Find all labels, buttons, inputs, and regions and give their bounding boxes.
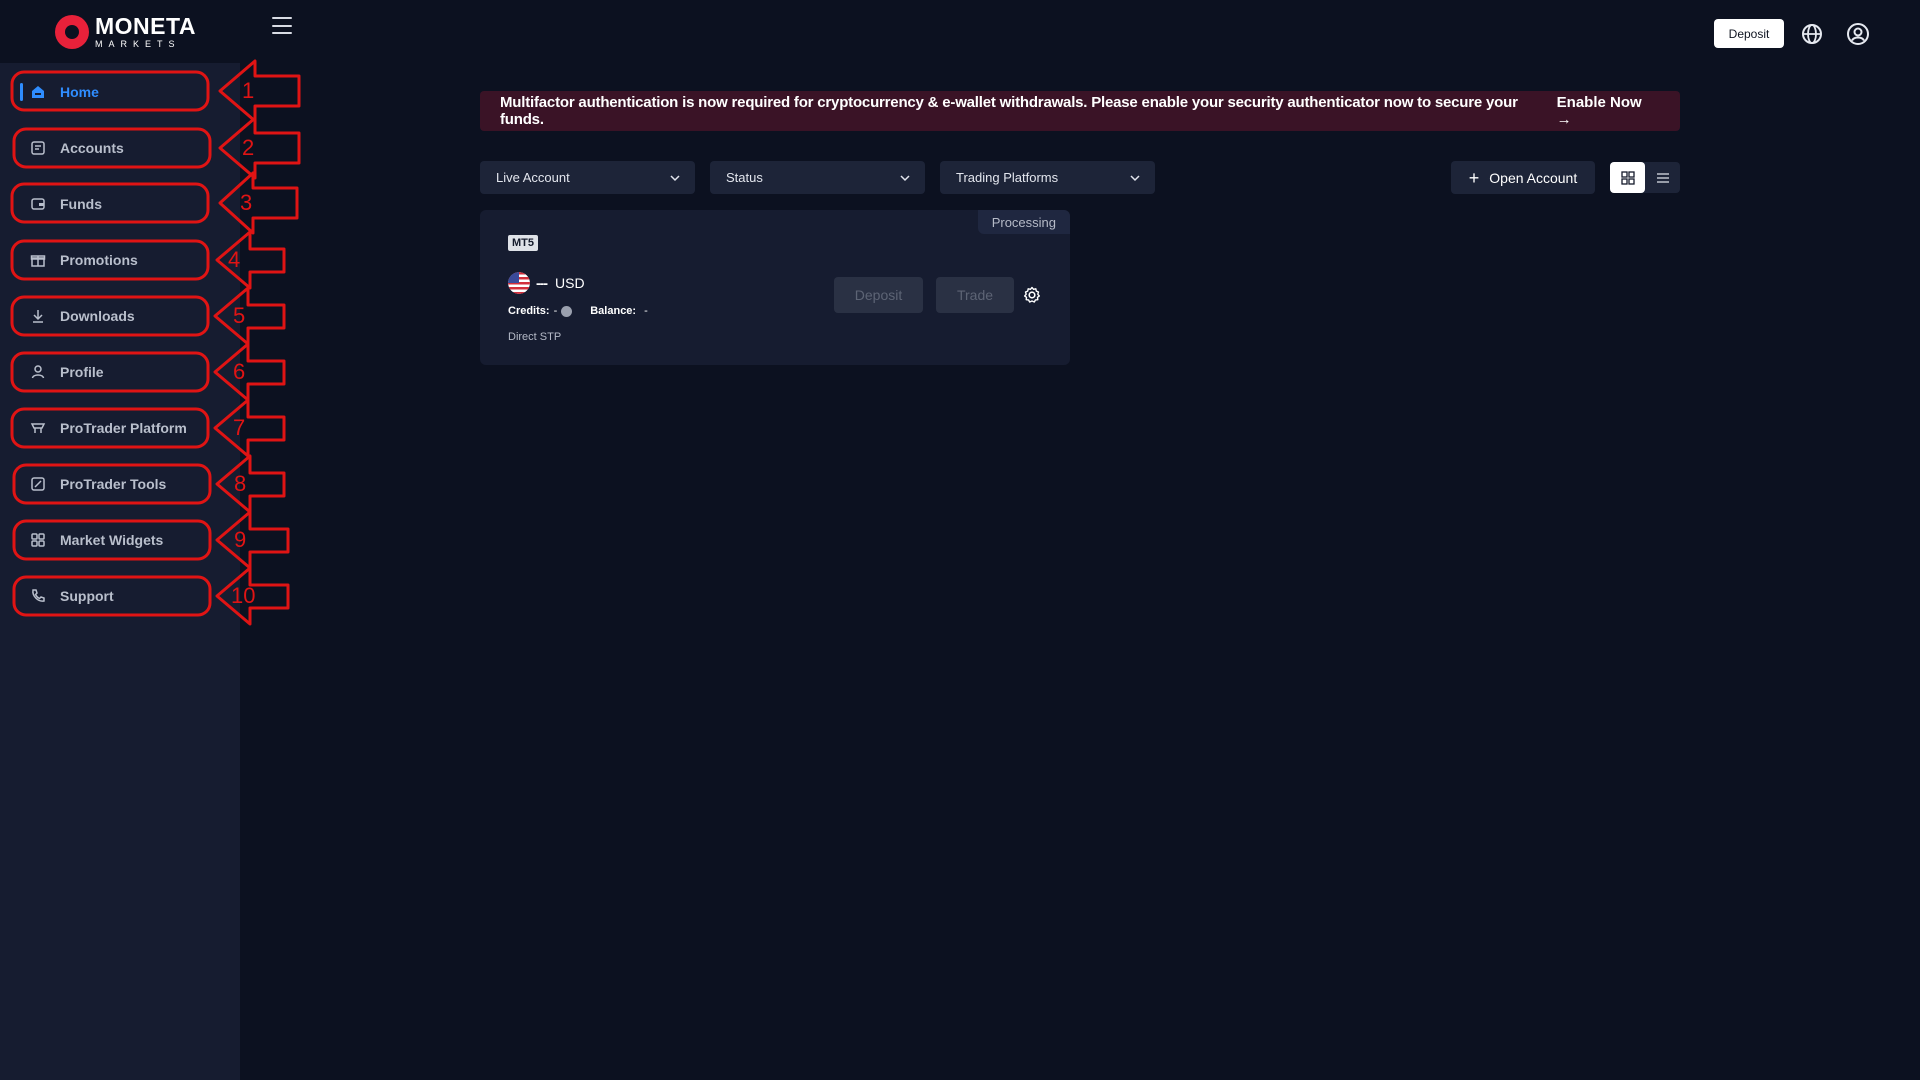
- chart-icon: [30, 476, 46, 492]
- info-icon[interactable]: [561, 305, 573, 317]
- brand-logo[interactable]: MONETA MARKETS: [0, 0, 240, 63]
- sidebar-item-label: Support: [60, 588, 114, 604]
- annotation-number: 1: [242, 78, 255, 103]
- select-value: Trading Platforms: [956, 170, 1059, 185]
- account-type-select[interactable]: Live Account: [480, 161, 695, 194]
- sidebar-item-label: Funds: [60, 196, 102, 212]
- select-value: Live Account: [496, 170, 570, 185]
- banner-message: Multifactor authentication is now requir…: [500, 94, 1518, 128]
- view-toggle: [1610, 162, 1680, 193]
- list-view-icon: [1656, 172, 1669, 183]
- language-globe-icon[interactable]: [1800, 22, 1824, 46]
- sidebar: MONETA MARKETS Home Accounts Funds Promo…: [0, 0, 240, 1080]
- sidebar-item-label: ProTrader Platform: [60, 420, 187, 436]
- sidebar-item-promotions[interactable]: Promotions: [14, 241, 210, 279]
- grid-view-icon: [1620, 170, 1635, 185]
- sidebar-item-profile[interactable]: Profile: [14, 353, 210, 391]
- status-select[interactable]: Status: [710, 161, 925, 194]
- account-heading: --- USD: [508, 272, 585, 294]
- wallet-icon: [30, 196, 46, 212]
- mfa-alert-banner: Multifactor authentication is now requir…: [480, 91, 1680, 131]
- sidebar-item-label: Downloads: [60, 308, 135, 324]
- sidebar-item-label: ProTrader Tools: [60, 476, 167, 492]
- chevron-down-icon: [670, 174, 680, 181]
- user-avatar-icon[interactable]: [1846, 22, 1870, 46]
- grid-view-button[interactable]: [1610, 162, 1645, 193]
- open-account-button[interactable]: + Open Account: [1451, 161, 1595, 194]
- chevron-down-icon: [1130, 174, 1140, 181]
- sidebar-item-label: Accounts: [60, 140, 124, 156]
- sidebar-item-support[interactable]: Support: [14, 577, 210, 615]
- select-value: Status: [726, 170, 763, 185]
- annotation-number: 3: [240, 190, 253, 215]
- list-view-button[interactable]: [1645, 162, 1680, 193]
- credits-balance-row: Credits: - Balance: -: [508, 305, 648, 317]
- sidebar-item-label: Profile: [60, 364, 104, 380]
- account-kind: Direct STP: [508, 331, 562, 343]
- account-card: Processing MT5 --- USD Credits: - Balanc…: [480, 210, 1070, 365]
- sidebar-item-accounts[interactable]: Accounts: [14, 129, 210, 167]
- platform-icon: [30, 420, 46, 436]
- settings-gear-icon[interactable]: [1023, 286, 1041, 304]
- sidebar-item-label: Market Widgets: [60, 532, 164, 548]
- card-trade-button[interactable]: Trade: [936, 277, 1014, 313]
- active-indicator: [20, 83, 23, 101]
- header-deposit-button[interactable]: Deposit: [1714, 19, 1784, 48]
- account-number: ---: [536, 275, 548, 291]
- account-currency: USD: [555, 275, 585, 291]
- platform-badge: MT5: [508, 235, 538, 251]
- credits-label: Credits:: [508, 305, 550, 317]
- annotation-number: 2: [242, 135, 255, 160]
- us-flag-icon: [508, 272, 530, 294]
- sidebar-item-funds[interactable]: Funds: [14, 185, 210, 223]
- balance-label: Balance:: [590, 305, 637, 317]
- chevron-down-icon: [900, 174, 910, 181]
- enable-now-link[interactable]: Enable Now →: [1557, 94, 1660, 128]
- sidebar-item-protrader-tools[interactable]: ProTrader Tools: [14, 465, 210, 503]
- plus-icon: +: [1468, 167, 1480, 188]
- menu-toggle-icon[interactable]: [272, 17, 292, 34]
- sidebar-item-label: Home: [60, 84, 99, 100]
- brand-name: MONETA: [95, 12, 196, 39]
- sidebar-item-home[interactable]: Home: [14, 73, 210, 111]
- home-icon: [30, 84, 46, 100]
- card-deposit-button[interactable]: Deposit: [834, 277, 923, 313]
- credits-value: -: [553, 305, 558, 317]
- open-account-label: Open Account: [1489, 169, 1578, 186]
- brand-sub: MARKETS: [95, 38, 181, 49]
- download-icon: [30, 308, 46, 324]
- status-badge: Processing: [977, 210, 1070, 234]
- accounts-icon: [30, 140, 46, 156]
- phone-icon: [30, 588, 46, 604]
- user-icon: [30, 364, 46, 380]
- balance-value: -: [644, 305, 648, 317]
- brand-mark-icon: [55, 14, 89, 49]
- grid-icon: [30, 532, 46, 548]
- gift-icon: [30, 252, 46, 268]
- trading-platforms-select[interactable]: Trading Platforms: [940, 161, 1155, 194]
- sidebar-item-downloads[interactable]: Downloads: [14, 297, 210, 335]
- sidebar-item-market-widgets[interactable]: Market Widgets: [14, 521, 210, 559]
- sidebar-item-label: Promotions: [60, 252, 138, 268]
- sidebar-item-protrader-platform[interactable]: ProTrader Platform: [14, 409, 210, 447]
